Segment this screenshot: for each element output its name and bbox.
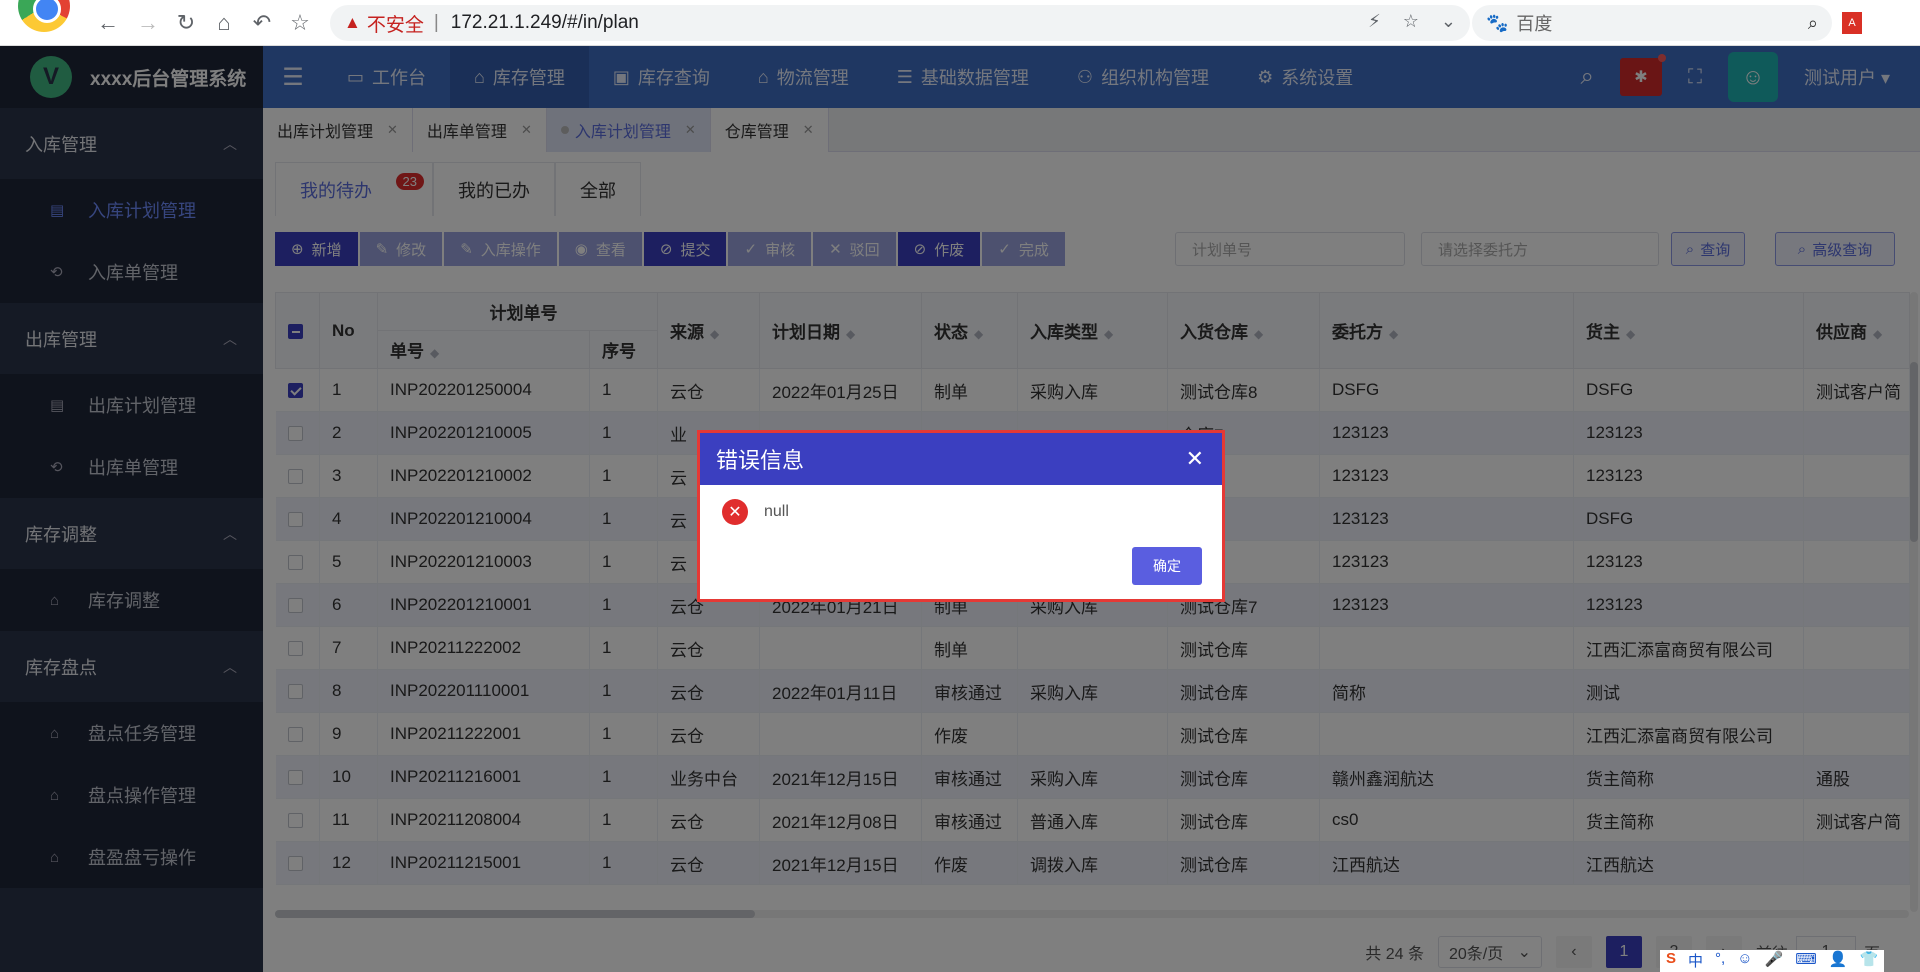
insecure-label: 不安全	[366, 14, 424, 36]
warning-icon: ▲	[344, 13, 361, 32]
ime-shirt-icon[interactable]: 👕	[1860, 950, 1879, 972]
ime-punct-icon[interactable]: °,	[1715, 950, 1725, 972]
ime-user-icon[interactable]: 👤	[1829, 950, 1848, 972]
search-engine-label: 百度	[1516, 14, 1553, 34]
error-dialog: 错误信息 ✕ ✕ null 确定	[700, 433, 1222, 599]
home-icon[interactable]: ⌂	[208, 7, 240, 39]
ime-mode-icon[interactable]: 中	[1688, 950, 1703, 972]
chevron-down-icon[interactable]: ⌄	[1441, 11, 1456, 32]
dialog-body: ✕ null	[700, 485, 1222, 539]
ime-toolbar: S 中 °, ☺ 🎤 ⌨ 👤 👕	[1660, 950, 1885, 972]
bookmark-star-icon[interactable]: ☆	[284, 7, 316, 39]
undo-icon[interactable]: ↶	[246, 7, 278, 39]
dialog-header: 错误信息 ✕	[700, 433, 1222, 485]
address-bar[interactable]: ▲ 不安全 | 172.21.1.249/#/in/plan ⚡ ☆ ⌄	[330, 5, 1470, 41]
lightning-icon[interactable]: ⚡	[1368, 11, 1381, 32]
ime-keyboard-icon[interactable]: ⌨	[1795, 950, 1817, 972]
error-icon: ✕	[722, 499, 748, 525]
pdf-icon[interactable]: A	[1842, 12, 1862, 34]
url-separator: |	[433, 12, 439, 33]
browser-logo-icon	[18, 0, 70, 32]
address-bar-actions: ⚡ ☆ ⌄	[1368, 11, 1456, 32]
browser-search-box[interactable]: 🐾 百度 ⌕	[1472, 5, 1832, 41]
baidu-paw-icon: 🐾	[1486, 12, 1509, 33]
confirm-button[interactable]: 确定	[1132, 547, 1202, 585]
sogou-s-icon[interactable]: S	[1666, 950, 1676, 972]
browser-toolbar: ← → ↻ ⌂ ↶ ☆ ▲ 不安全 | 172.21.1.249/#/in/pl…	[0, 0, 1920, 46]
ime-emoji-icon[interactable]: ☺	[1737, 950, 1752, 972]
search-icon[interactable]: ⌕	[1808, 13, 1818, 34]
url-text: 172.21.1.249/#/in/plan	[450, 12, 639, 33]
forward-icon[interactable]: →	[132, 7, 164, 39]
ime-mic-icon[interactable]: 🎤	[1765, 950, 1784, 972]
close-icon[interactable]: ✕	[1186, 446, 1204, 472]
reload-icon[interactable]: ↻	[170, 7, 202, 39]
favorite-star-icon[interactable]: ☆	[1403, 11, 1419, 32]
dialog-message: null	[764, 503, 789, 520]
dialog-title: 错误信息	[716, 448, 805, 473]
back-icon[interactable]: ←	[92, 7, 124, 39]
